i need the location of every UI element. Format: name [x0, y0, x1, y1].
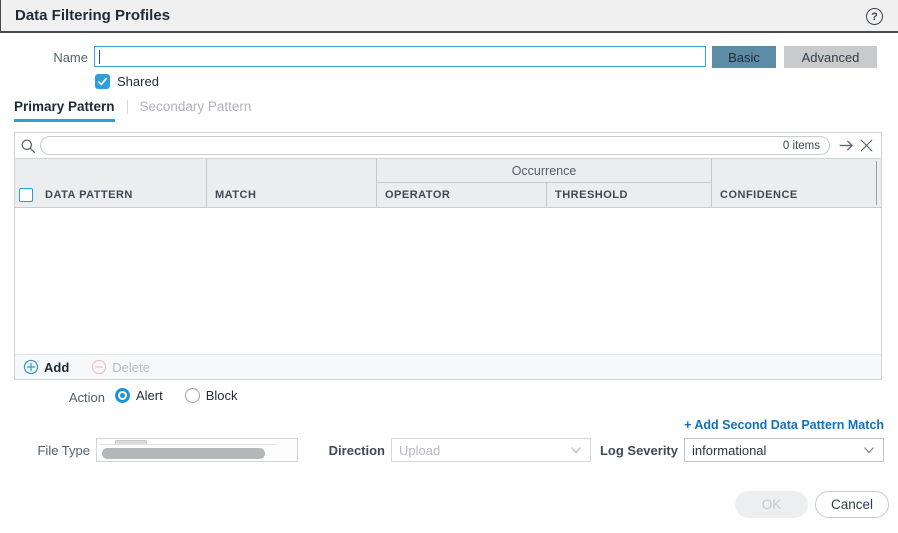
- shared-checkbox[interactable]: [95, 74, 110, 89]
- basic-button[interactable]: Basic: [712, 46, 776, 68]
- search-input[interactable]: 0 items: [40, 136, 830, 155]
- clear-filter-button[interactable]: [856, 136, 876, 156]
- tab-secondary-pattern[interactable]: Secondary Pattern: [140, 99, 252, 122]
- action-radio-group: Alert Block: [115, 388, 238, 403]
- radio-alert[interactable]: Alert: [115, 388, 163, 403]
- scrollbar[interactable]: [876, 161, 877, 205]
- dialog-titlebar: Data Filtering Profiles: [0, 0, 898, 33]
- add-second-pattern-link[interactable]: + Add Second Data Pattern Match: [684, 418, 884, 432]
- close-icon: [859, 138, 874, 153]
- advanced-button[interactable]: Advanced: [784, 46, 877, 68]
- arrow-right-icon: [838, 137, 855, 154]
- shared-label: Shared: [117, 74, 159, 89]
- circle-minus-icon: [91, 359, 107, 375]
- table-footer: Add Delete: [15, 354, 881, 379]
- column-header-confidence[interactable]: CONFIDENCE: [711, 159, 881, 207]
- help-icon[interactable]: ?: [866, 8, 883, 25]
- log-severity-label: Log Severity: [588, 443, 678, 458]
- direction-value: Upload: [399, 443, 440, 458]
- select-all-checkbox[interactable]: [15, 159, 37, 207]
- radio-selected-icon: [115, 388, 130, 403]
- help-glyph: ?: [871, 11, 878, 23]
- column-group-occurrence: Occurrence: [376, 159, 711, 183]
- ok-button[interactable]: OK: [735, 491, 808, 518]
- pattern-table: 0 items DATA PATTERN MATCH Occurrence OP…: [14, 132, 882, 380]
- direction-dropdown[interactable]: Upload: [391, 438, 591, 462]
- add-button[interactable]: Add: [23, 359, 69, 375]
- table-search-row: 0 items: [15, 133, 881, 158]
- apply-filter-button[interactable]: [836, 136, 856, 156]
- log-severity-dropdown[interactable]: informational: [684, 438, 884, 462]
- action-label: Action: [0, 390, 105, 405]
- tab-bar: Primary Pattern Secondary Pattern: [14, 99, 251, 122]
- name-label: Name: [0, 50, 88, 65]
- tab-primary-pattern[interactable]: Primary Pattern: [14, 99, 115, 122]
- chevron-down-icon: [862, 443, 876, 457]
- text-caret: [99, 50, 100, 64]
- redacted-value: [102, 448, 265, 459]
- items-count: 0 items: [783, 140, 829, 152]
- column-header-match[interactable]: MATCH: [206, 159, 376, 207]
- table-header: DATA PATTERN MATCH Occurrence OPERATOR T…: [15, 158, 881, 208]
- radio-block[interactable]: Block: [185, 388, 238, 403]
- column-header-operator[interactable]: OPERATOR: [376, 183, 546, 207]
- active-tab-underline: [14, 119, 115, 122]
- direction-label: Direction: [300, 443, 385, 458]
- cancel-button[interactable]: Cancel: [815, 491, 889, 518]
- chevron-down-icon: [569, 443, 583, 457]
- file-type-label: File Type: [0, 443, 90, 458]
- delete-button[interactable]: Delete: [91, 359, 150, 375]
- tab-divider: [127, 100, 128, 114]
- page-title: Data Filtering Profiles: [1, 7, 170, 24]
- table-body-empty: [15, 208, 881, 354]
- checkmark-icon: [97, 76, 108, 87]
- checkbox-unchecked: [19, 188, 33, 202]
- log-severity-value: informational: [692, 443, 766, 458]
- column-header-threshold[interactable]: THRESHOLD: [546, 183, 711, 207]
- field-divider: [99, 444, 277, 445]
- shared-row: Shared: [95, 74, 159, 89]
- radio-unselected-icon: [185, 388, 200, 403]
- column-header-data-pattern[interactable]: DATA PATTERN: [37, 159, 206, 207]
- circle-plus-icon: [23, 359, 39, 375]
- search-icon: [20, 138, 36, 154]
- file-type-field[interactable]: [96, 438, 298, 462]
- name-input[interactable]: [94, 46, 706, 67]
